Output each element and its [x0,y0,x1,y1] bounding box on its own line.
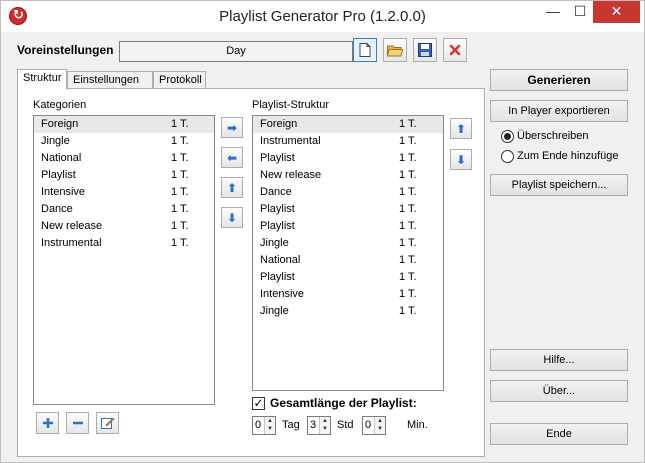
struktur-panel: Kategorien Foreign 1 T. Jingle 1 T. Nation… [17,88,485,457]
remove-from-structure-button[interactable]: ⬅ [221,147,243,168]
client-area: Voreinstellungen Day Struktur Einstellun… [9,33,636,457]
days-unit-label: Tag [282,419,300,431]
edit-category-button[interactable] [96,412,119,434]
presets-label: Voreinstellungen [17,43,114,57]
arrow-left-icon: ⬅ [226,150,238,165]
list-item[interactable]: Intensive 1 T. [253,286,443,303]
close-button[interactable]: ✕ [593,1,640,23]
save-playlist-button[interactable]: Playlist speichern... [490,174,628,196]
overwrite-radio[interactable] [501,129,514,143]
list-item[interactable]: Jingle 1 T. [253,235,443,252]
arrow-right-icon: ➡ [226,120,238,135]
hours-spinner[interactable]: 3 ▲ ▼ [307,416,331,435]
append-option[interactable]: Zum Ende hinzufüge [501,148,619,164]
list-item[interactable]: Instrumental 1 T. [34,235,214,252]
minus-icon [72,421,83,425]
spinner-arrows-icon[interactable]: ▲ ▼ [264,417,275,434]
structure-list[interactable]: Foreign 1 T. Instrumental 1 T. Playlist 1 T… [252,115,444,391]
list-item[interactable]: Playlist 1 T. [253,218,443,235]
list-item[interactable]: Playlist 1 T. [253,201,443,218]
tab-struktur[interactable]: Struktur [17,69,67,90]
arrow-up-icon: ⬆ [455,121,467,136]
category-move-up-button[interactable]: ⬆ [221,177,243,198]
arrow-up-icon: ⬆ [226,180,238,195]
list-item[interactable]: Jingle 1 T. [253,303,443,320]
total-length-label: Gesamtlänge der Playlist: [270,396,417,410]
add-category-button[interactable] [36,412,59,434]
structure-label: Playlist-Struktur [252,99,330,111]
overwrite-label: Überschreiben [517,130,589,142]
remove-category-button[interactable] [66,412,89,434]
delete-x-icon [449,44,461,56]
list-item[interactable]: Foreign 1 T. [253,116,443,133]
arrow-down-icon: ⬇ [455,152,467,167]
list-item[interactable]: Intensive 1 T. [34,184,214,201]
about-button[interactable]: Über... [490,380,628,402]
save-preset-button[interactable] [413,38,437,62]
edit-pencil-icon [100,417,114,429]
structure-move-down-button[interactable]: ⬇ [450,149,472,170]
overwrite-option[interactable]: Überschreiben [501,128,589,144]
add-to-structure-button[interactable]: ➡ [221,117,243,138]
open-preset-button[interactable] [383,38,407,62]
help-button[interactable]: Hilfe... [490,349,628,371]
app-window: Playlist Generator Pro (1.2.0.0) — ☐ ✕ V… [0,0,645,463]
list-item[interactable]: Dance 1 T. [253,184,443,201]
list-item[interactable]: New release 1 T. [34,218,214,235]
append-radio[interactable] [501,149,514,163]
save-disk-icon [418,43,432,57]
hours-unit-label: Std [337,419,354,431]
generate-button[interactable]: Generieren [490,69,628,91]
spinner-arrows-icon[interactable]: ▲ ▼ [374,417,385,434]
minimize-button[interactable]: — [539,1,567,23]
list-item[interactable]: Playlist 1 T. [34,167,214,184]
delete-preset-button[interactable] [443,38,467,62]
arrow-down-icon: ⬇ [226,210,238,225]
tab-protokoll[interactable]: Protokoll [153,71,206,89]
days-spinner[interactable]: 0 ▲ ▼ [252,416,276,435]
list-item[interactable]: Dance 1 T. [34,201,214,218]
tab-einstellungen[interactable]: Einstellungen [67,71,153,89]
list-item[interactable]: Jingle 1 T. [34,133,214,150]
list-item[interactable]: National 1 T. [34,150,214,167]
minutes-spinner[interactable]: 0 ▲ ▼ [362,416,386,435]
spinner-arrows-icon[interactable]: ▲ ▼ [319,417,330,434]
append-label: Zum Ende hinzufüge [517,150,619,162]
new-preset-button[interactable] [353,38,377,62]
list-item[interactable]: Foreign 1 T. [34,116,214,133]
preset-field[interactable]: Day [119,41,353,62]
list-item[interactable]: New release 1 T. [253,167,443,184]
list-item[interactable]: Playlist 1 T. [253,269,443,286]
categories-label: Kategorien [33,99,87,111]
structure-move-up-button[interactable]: ⬆ [450,118,472,139]
maximize-button[interactable]: ☐ [567,1,593,23]
categories-list[interactable]: Foreign 1 T. Jingle 1 T. National 1 T. Play… [33,115,215,405]
list-item[interactable]: Playlist 1 T. [253,150,443,167]
minutes-unit-label: Min. [407,419,428,431]
end-button[interactable]: Ende [490,423,628,445]
category-move-down-button[interactable]: ⬇ [221,207,243,228]
title-bar[interactable]: Playlist Generator Pro (1.2.0.0) — ☐ ✕ [1,1,644,32]
list-item[interactable]: Instrumental 1 T. [253,133,443,150]
new-file-icon [359,43,371,57]
list-item[interactable]: National 1 T. [253,252,443,269]
export-to-player-button[interactable]: In Player exportieren [490,100,628,122]
total-length-checkbox[interactable]: ✓ [252,397,265,410]
plus-icon [42,418,53,428]
open-folder-icon [387,45,403,56]
